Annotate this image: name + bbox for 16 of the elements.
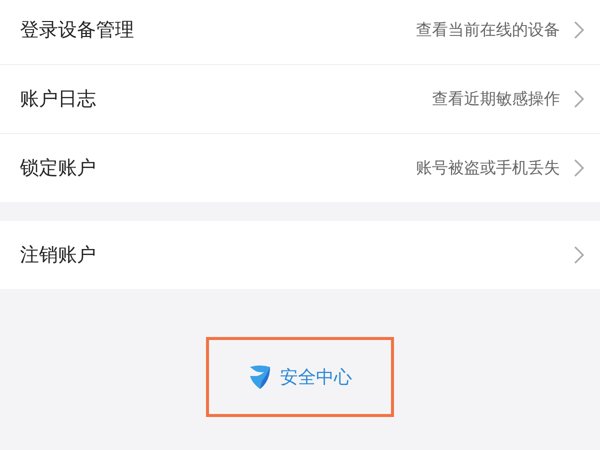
chevron-icon [574,90,584,108]
row-label: 注销账户 [20,243,97,268]
row-hint: 账号被盗或手机丢失 [416,158,560,178]
settings-row[interactable]: 锁定账户 账号被盗或手机丢失 [0,133,600,202]
row-label: 登录设备管理 [20,18,135,43]
chevron-icon [574,246,584,264]
chevron-icon [574,159,584,177]
shield-icon [248,364,272,390]
row-label: 锁定账户 [20,156,97,181]
chevron-icon [574,21,584,39]
settings-row[interactable]: 注销账户 [0,221,600,289]
row-label: 账户日志 [20,87,97,112]
row-hint: 查看当前在线的设备 [416,20,560,40]
row-hint: 查看近期敏感操作 [432,88,560,110]
settings-row[interactable]: 账户日志 查看近期敏感操作 [0,64,600,133]
settings-row[interactable]: 登录设备管理 查看当前在线的设备 [0,0,600,64]
